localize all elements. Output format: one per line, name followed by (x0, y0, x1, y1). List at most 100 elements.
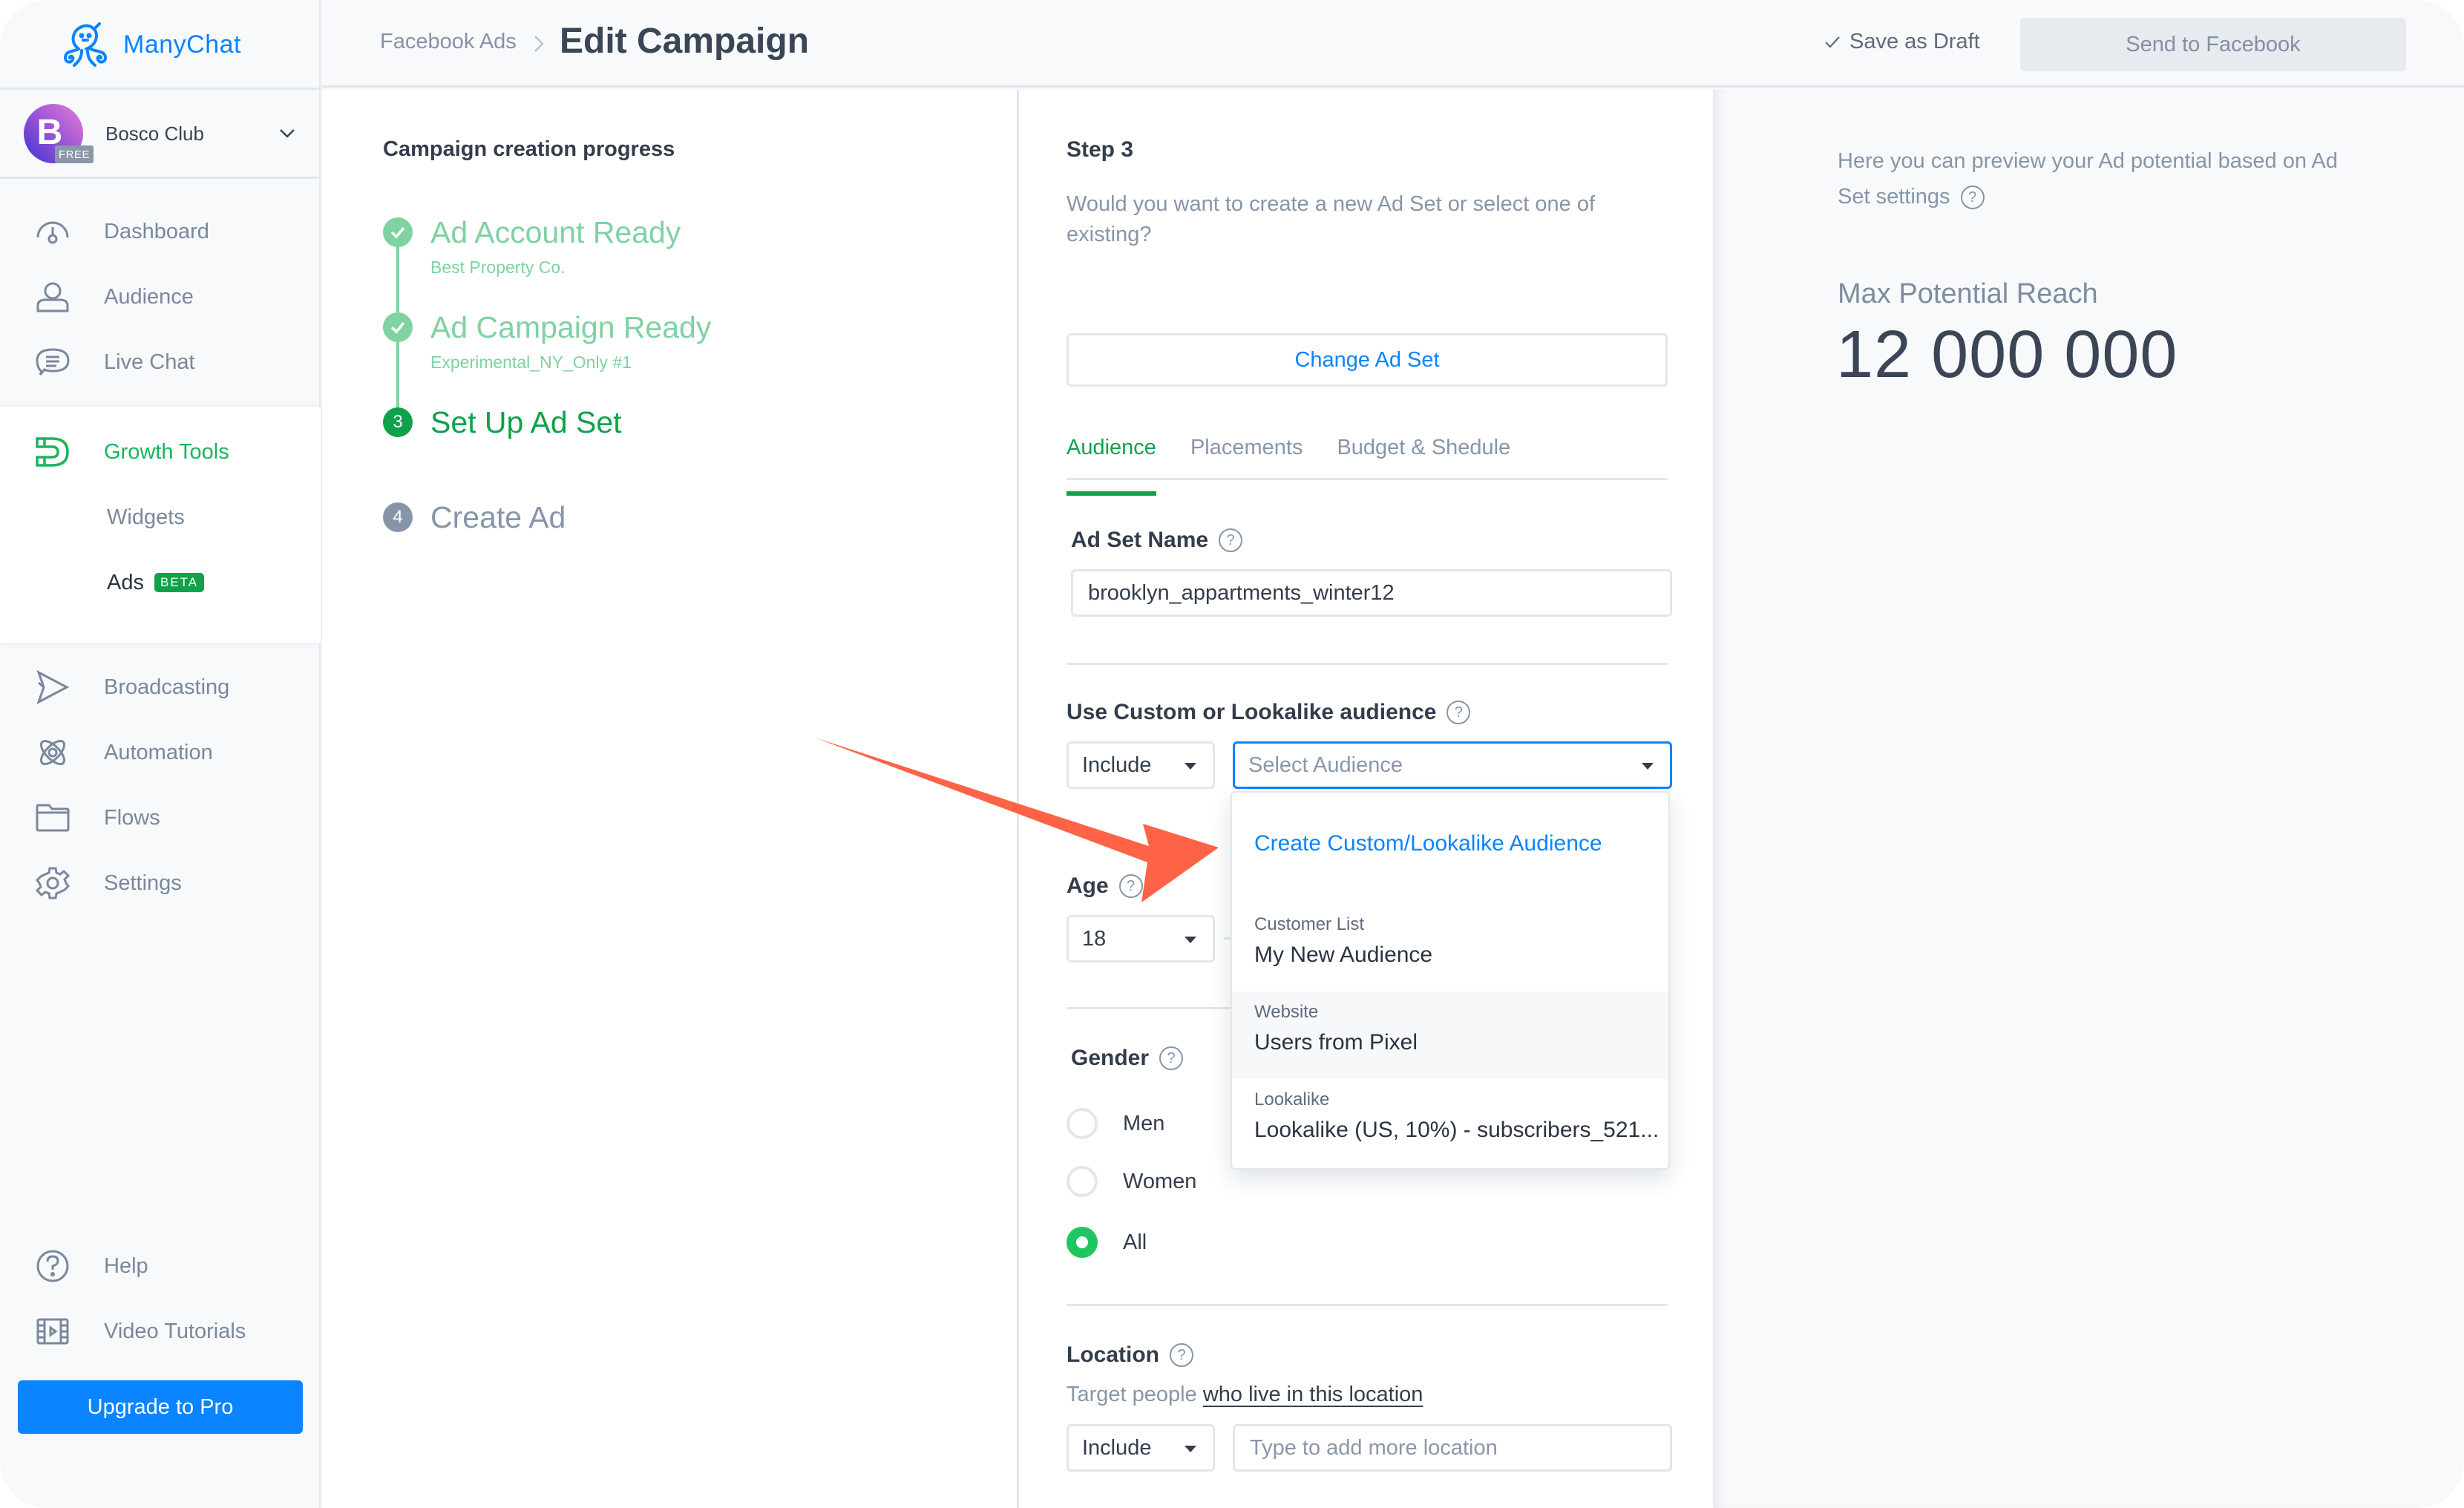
sidebar-item-video-tutorials[interactable]: Video Tutorials (0, 1299, 321, 1364)
divider (1066, 663, 1668, 665)
location-label: Location ? (1066, 1343, 1193, 1368)
caret-down-icon (1185, 763, 1196, 770)
tab-budget-schedule[interactable]: Budget & Shedule (1337, 431, 1510, 478)
help-icon[interactable]: ? (1159, 1046, 1184, 1070)
tab-audience[interactable]: Audience (1066, 431, 1156, 496)
sidebar-item-label: Growth Tools (104, 439, 229, 464)
radio-label: Men (1123, 1111, 1165, 1135)
sidebar-item-label: Settings (104, 871, 182, 895)
caret-down-icon (1185, 937, 1196, 943)
location-include-select[interactable]: Include (1066, 1424, 1215, 1472)
sidebar-item-automation[interactable]: Automation (0, 720, 321, 785)
sidebar-item-audience[interactable]: Audience (0, 264, 321, 330)
label-text: Location (1066, 1343, 1159, 1367)
option-value: My New Audience (1254, 942, 1433, 967)
sidebar-item-label: Dashboard (104, 219, 209, 243)
send-to-facebook-button[interactable]: Send to Facebook (2020, 18, 2406, 71)
label-text: Gender (1071, 1046, 1150, 1070)
caret-down-icon (1185, 1446, 1196, 1452)
chevron-down-icon[interactable] (278, 123, 297, 142)
step-label: Set Up Ad Set (430, 405, 622, 439)
save-as-draft-button[interactable]: Save as Draft (1824, 30, 1980, 54)
audience-include-select[interactable]: Include (1066, 741, 1215, 789)
age-label: Age ? (1066, 873, 1143, 899)
gender-radio-all[interactable]: All (1066, 1227, 1147, 1258)
ad-set-tabs: Audience Placements Budget & Shedule (1066, 431, 1668, 496)
radio-circle (1066, 1108, 1098, 1139)
help-circle-icon (34, 1248, 71, 1285)
beta-badge: BETA (154, 573, 205, 592)
account-switcher[interactable]: B FREE Bosco Club (24, 104, 306, 163)
sidebar-item-label: Video Tutorials (104, 1319, 246, 1343)
step-description: Would you want to create a new Ad Set or… (1066, 192, 1596, 246)
sidebar-item-label: Audience (104, 284, 194, 309)
create-custom-audience-option[interactable]: Create Custom/Lookalike Audience (1254, 831, 1602, 856)
sidebar-item-ads[interactable]: Ads BETA (0, 550, 321, 615)
caret-down-icon (1642, 763, 1654, 770)
gender-radio-women[interactable]: Women (1066, 1166, 1196, 1197)
help-icon[interactable]: ? (1170, 1343, 1193, 1367)
brand-name: ManyChat (123, 30, 241, 59)
check-circle-icon (383, 217, 413, 247)
step-label: Create Ad (430, 500, 566, 534)
breadcrumb-facebook-ads[interactable]: Facebook Ads (380, 30, 517, 54)
progress-step-ad-account: Ad Account Ready Best Property Co. (383, 213, 681, 278)
manychat-logo[interactable]: ManyChat (61, 21, 241, 68)
ad-set-name-label: Ad Set Name ? (1071, 528, 1243, 553)
film-icon (34, 1313, 71, 1350)
sidebar-item-broadcasting[interactable]: Broadcasting (0, 655, 321, 720)
age-min-select[interactable]: 18 (1066, 915, 1215, 963)
radio-label: All (1123, 1230, 1147, 1254)
app-window: ManyChat B FREE Bosco Club Dashboard Aud… (0, 0, 2464, 1508)
sidebar-item-label: Broadcasting (104, 675, 230, 699)
radio-circle (1066, 1166, 1098, 1197)
sidebar-item-growth-tools[interactable]: Growth Tools (0, 419, 321, 485)
help-icon[interactable]: ? (1960, 186, 1985, 210)
growth-tools-group: Growth Tools Widgets Ads BETA (0, 407, 321, 643)
sidebar-item-label: Widgets (107, 505, 185, 529)
help-icon[interactable]: ? (1446, 701, 1471, 724)
sidebar-nav-secondary: Broadcasting Automation Flows Settings (0, 655, 321, 916)
help-icon[interactable]: ? (1219, 528, 1243, 552)
sidebar-item-settings[interactable]: Settings (0, 850, 321, 916)
step-label: Ad Account Ready (430, 215, 681, 249)
progress-step-ad-set: 3 Set Up Ad Set (383, 403, 622, 442)
select-audience-dropdown[interactable]: Select Audience (1233, 741, 1672, 789)
sidebar-item-flows[interactable]: Flows (0, 785, 321, 850)
gender-radio-men[interactable]: Men (1066, 1108, 1164, 1139)
sidebar-item-label: Ads (107, 570, 144, 594)
folder-icon (34, 799, 71, 836)
location-search-input[interactable]: Type to add more location (1233, 1424, 1672, 1472)
sidebar-item-dashboard[interactable]: Dashboard (0, 199, 321, 264)
page-title: Edit Campaign (560, 22, 810, 61)
audience-option[interactable]: Lookalike Lookalike (US, 10%) - subscrib… (1232, 1079, 1668, 1167)
sidebar-item-label: Flows (104, 805, 160, 830)
audience-option[interactable]: Website Users from Pixel (1232, 991, 1668, 1079)
tab-placements[interactable]: Placements (1190, 431, 1303, 478)
gear-icon (34, 865, 71, 902)
check-circle-icon (383, 312, 413, 342)
divider (1066, 1304, 1668, 1306)
audience-dropdown-menu: Create Custom/Lookalike Audience Custome… (1231, 791, 1670, 1170)
location-type-link[interactable]: who live in this location (1203, 1383, 1423, 1406)
ad-preview-panel: Here you can preview your Ad potential b… (1713, 90, 2464, 1508)
step-number-badge: 3 (383, 407, 413, 437)
upgrade-to-pro-button[interactable]: Upgrade to Pro (18, 1380, 303, 1434)
octopus-logo-icon (63, 22, 108, 67)
select-value: 18 (1082, 926, 1107, 951)
change-ad-set-button[interactable]: Change Ad Set (1066, 333, 1668, 387)
step-sub-label: Best Property Co. (430, 258, 566, 277)
sidebar-item-help[interactable]: Help (0, 1233, 321, 1299)
magnet-icon (34, 433, 71, 471)
ad-set-name-input[interactable]: brooklyn_appartments_winter12 (1071, 569, 1672, 617)
audience-option[interactable]: Customer List My New Audience (1232, 904, 1668, 991)
select-placeholder: Select Audience (1248, 753, 1403, 777)
progress-step-create-ad: 4 Create Ad (383, 498, 566, 537)
option-value: Lookalike (US, 10%) - subscribers_521... (1254, 1118, 1659, 1142)
sidebar-item-widgets[interactable]: Widgets (0, 485, 321, 550)
sidebar-nav-main: Dashboard Audience Live Chat (0, 199, 321, 395)
sidebar-item-live-chat[interactable]: Live Chat (0, 330, 321, 395)
dashboard-gauge-icon (34, 213, 71, 250)
help-icon[interactable]: ? (1118, 874, 1143, 898)
preview-description-text: Here you can preview your Ad potential b… (1838, 149, 2338, 209)
